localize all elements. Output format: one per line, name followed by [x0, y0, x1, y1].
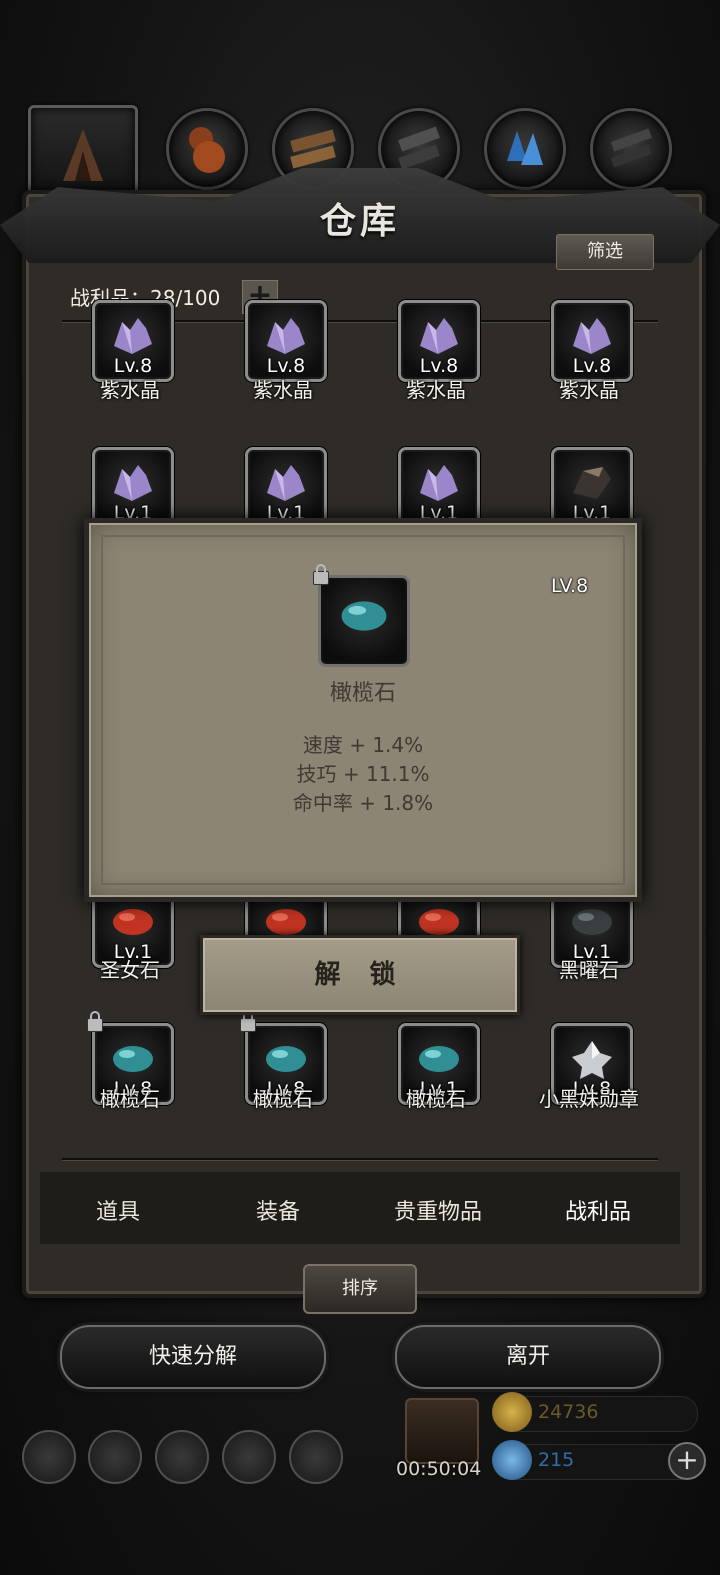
lock-icon [87, 1011, 103, 1032]
popup-item-slot [318, 575, 410, 667]
add-gems-button[interactable]: + [668, 1442, 706, 1480]
tab-valuables[interactable]: 贵重物品 [358, 1194, 518, 1226]
filter-button[interactable]: 筛选 [556, 234, 654, 270]
gem-amount: 215 [538, 1449, 575, 1471]
olivine-icon [341, 601, 387, 631]
tab-loot[interactable]: 战利品 [518, 1194, 678, 1226]
item-slot[interactable]: Lv.8 橄榄石 [208, 1011, 358, 1123]
dark-metal-icon [610, 128, 652, 168]
popup-stat: 命中率 + 1.8% [292, 791, 434, 815]
item-slot[interactable]: Lv.8 小黑妹勋章 [514, 1023, 664, 1123]
tab-items[interactable]: 道具 [38, 1194, 198, 1226]
red-stone-icon [113, 909, 153, 936]
item-name: 紫水晶 [559, 378, 619, 402]
popup-item-level: LV.8 [551, 575, 589, 597]
hud-mail-button[interactable] [222, 1430, 276, 1484]
amethyst-icon [573, 318, 611, 355]
item-slot[interactable]: Lv.8 紫水晶 [208, 300, 358, 430]
item-slot[interactable]: Lv.8 紫水晶 [361, 300, 511, 430]
hud-shield-button[interactable] [289, 1430, 343, 1484]
item-detail-popup: LV.8 橄榄石 速度 + 1.4% 技巧 + 11.1% 命中率 + 1.8% [84, 518, 642, 902]
item-slot[interactable]: Lv.1 橄榄石 [361, 1023, 511, 1123]
category-tab-hooded[interactable] [28, 105, 138, 201]
popup-stat: 速度 + 1.4% [302, 733, 424, 757]
popup-stat: 技巧 + 11.1% [296, 762, 430, 786]
amethyst-icon [114, 318, 152, 355]
leave-button[interactable]: 离开 [395, 1325, 661, 1389]
category-tab-crystal[interactable] [484, 108, 566, 190]
hooded-figure-icon [63, 129, 103, 181]
olivine-icon [419, 1046, 459, 1073]
olivine-icon [113, 1046, 153, 1073]
divider-bottom [62, 1158, 658, 1160]
gift-box-icon[interactable] [405, 1398, 479, 1464]
gold-amount: 24736 [538, 1401, 599, 1423]
obsidian-icon [572, 909, 612, 936]
sort-button[interactable]: 排序 [303, 1264, 417, 1314]
lock-icon [313, 564, 329, 585]
category-tab-gourd[interactable] [166, 108, 248, 190]
unlock-button[interactable]: 解 锁 [200, 935, 520, 1015]
amethyst-icon [267, 318, 305, 355]
gourd-icon [189, 127, 225, 173]
item-slot[interactable]: Lv.8 橄榄石 [55, 1011, 205, 1123]
tab-equipment[interactable]: 装备 [198, 1194, 358, 1226]
item-slot[interactable]: Lv.8 紫水晶 [55, 300, 205, 430]
item-name: 小黑妹勋章 [539, 1087, 639, 1111]
item-name: 黑曜石 [559, 958, 619, 982]
amethyst-icon [267, 465, 305, 502]
gift-timer: 00:50:04 [396, 1458, 482, 1480]
item-slot[interactable]: Lv.1 圣女石 [55, 886, 205, 990]
gold-coin-icon [492, 1392, 532, 1432]
item-slot[interactable]: Lv.1 黑曜石 [514, 886, 664, 990]
dark-rock-icon [573, 467, 611, 500]
hud-gear-button[interactable] [22, 1430, 76, 1484]
item-slot[interactable]: Lv.8 紫水晶 [514, 300, 664, 430]
item-name: 圣女石 [100, 958, 160, 982]
quick-decompose-button[interactable]: 快速分解 [60, 1325, 326, 1389]
gem-icon [492, 1440, 532, 1480]
amethyst-icon [420, 465, 458, 502]
hud-star-button[interactable] [88, 1430, 142, 1484]
red-stone-icon [419, 909, 459, 936]
olivine-icon [266, 1046, 306, 1073]
amethyst-icon [114, 465, 152, 502]
silver-medal-icon [572, 1041, 612, 1080]
lock-icon [240, 1011, 256, 1032]
category-tab-dark-metal[interactable] [590, 108, 672, 190]
red-stone-icon [266, 909, 306, 936]
popup-item-name: 橄榄石 [329, 681, 396, 706]
amethyst-icon [420, 318, 458, 355]
blue-crystal-icon [507, 131, 543, 165]
hud-book-button[interactable] [155, 1430, 209, 1484]
